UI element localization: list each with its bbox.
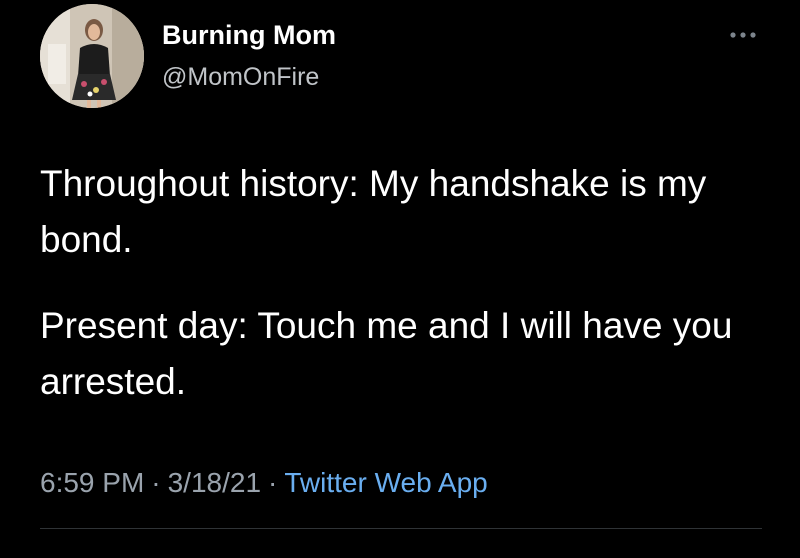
author-handle[interactable]: @MomOnFire (162, 63, 319, 92)
more-options-icon[interactable] (726, 26, 760, 44)
tweet-date[interactable]: 3/18/21 (168, 467, 261, 498)
tweet-text-paragraph: Throughout history: My handshake is my b… (40, 163, 707, 260)
avatar[interactable] (40, 4, 144, 108)
tweet-card: Burning Mom @MomOnFire Throughout histor… (0, 0, 800, 558)
tweet-text-paragraph: Present day: Touch me and I will have yo… (40, 305, 733, 402)
tweet-metadata: 6:59 PM · 3/18/21 · Twitter Web App (40, 467, 488, 499)
avatar-photo (40, 4, 144, 108)
author-display-name[interactable]: Burning Mom (162, 20, 336, 51)
meta-separator: · (268, 467, 278, 498)
tweet-source-link[interactable]: Twitter Web App (284, 467, 487, 498)
tweet-time[interactable]: 6:59 PM (40, 467, 144, 498)
divider (40, 528, 762, 529)
meta-separator: · (151, 467, 161, 498)
